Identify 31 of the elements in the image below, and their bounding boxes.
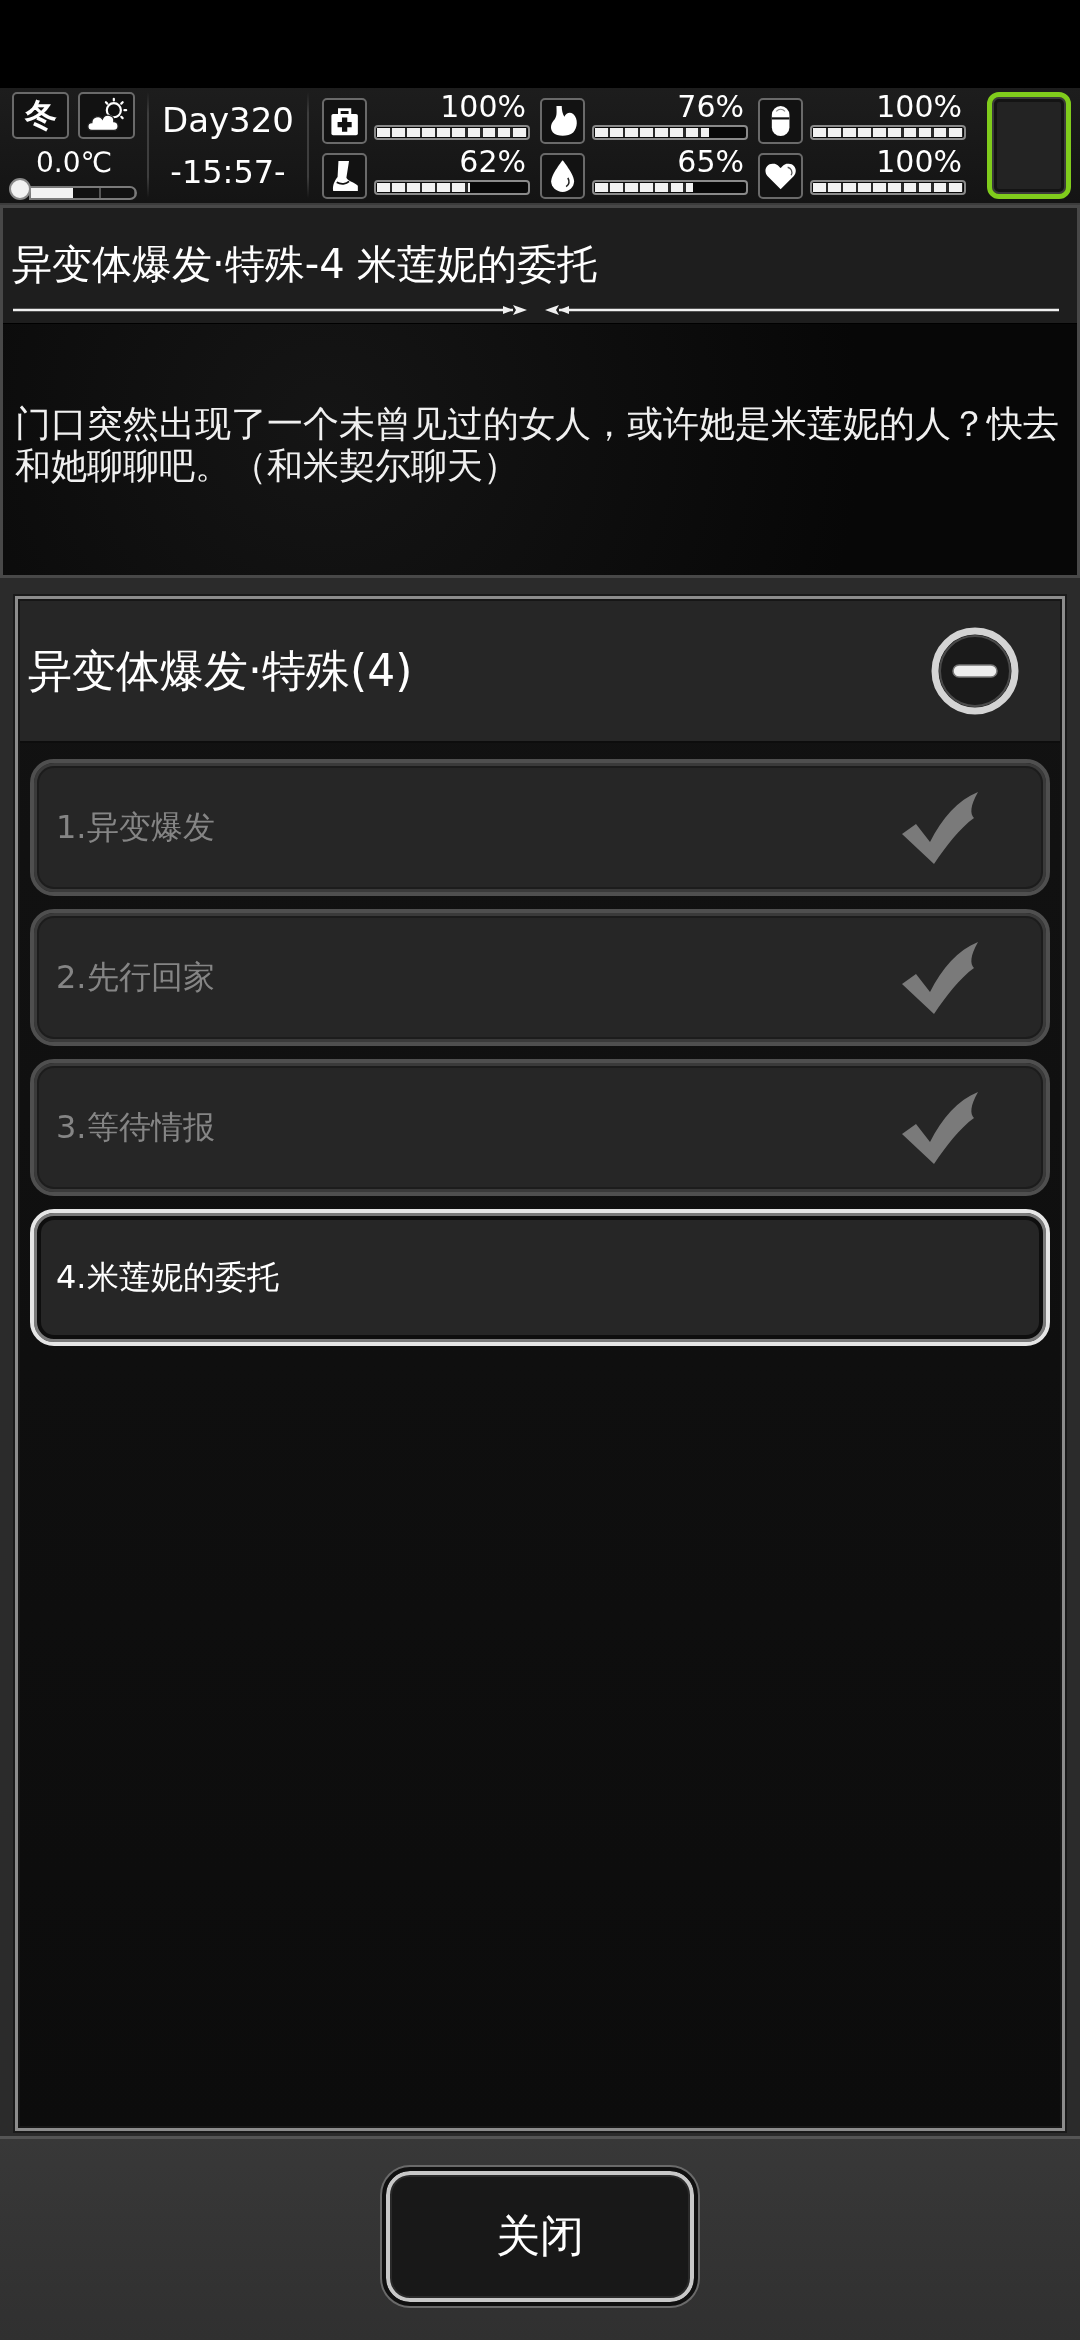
- quest-step[interactable]: 2.先行回家: [30, 909, 1050, 1046]
- stat-percentage: 65%: [676, 147, 745, 177]
- stat-percentage: 100%: [875, 92, 963, 122]
- quest-description: 门口突然出现了一个未曾见过的女人，或许她是米莲妮的人？快去和她聊聊吧。（和米契尔聊天）: [15, 403, 1060, 487]
- quest-group-header[interactable]: 异变体爆发·特殊(4): [20, 601, 1060, 743]
- clock-time: -15:57-: [170, 152, 286, 192]
- day-counter: Day320: [161, 99, 294, 142]
- temperature-text: 0.0℃: [36, 148, 112, 178]
- season-label: 冬: [12, 92, 69, 139]
- checkmark-icon: [900, 1089, 980, 1166]
- quest-group-title: 异变体爆发·特殊(4): [28, 644, 413, 698]
- equipment-slot[interactable]: [987, 92, 1071, 199]
- minus-circle-icon[interactable]: [930, 626, 1020, 716]
- stat-percentage: 100%: [439, 92, 527, 122]
- checkmark-icon: [900, 789, 980, 866]
- checkmark-icon: [900, 939, 980, 1016]
- close-button[interactable]: 关闭: [382, 2167, 698, 2306]
- stomach-icon: [540, 98, 585, 144]
- stat-percentage: 62%: [458, 147, 527, 177]
- stat-percentage: 100%: [875, 147, 963, 177]
- water-drop-icon: [540, 153, 585, 199]
- sun-cloud-icon: [78, 92, 135, 139]
- quest-step[interactable]: 4.米莲妮的委托: [30, 1209, 1050, 1346]
- capsule-icon: [758, 98, 803, 144]
- quest-step[interactable]: 1.异变爆发: [30, 759, 1050, 896]
- foot-icon: [322, 153, 367, 199]
- thermometer-bulb-icon: [9, 178, 31, 200]
- first-aid-kit-icon: [322, 98, 367, 144]
- stat-percentage: 76%: [676, 92, 745, 122]
- quest-step[interactable]: 3.等待情报: [30, 1059, 1050, 1196]
- quest-title: 异变体爆发·特殊-4 米莲妮的委托: [11, 240, 598, 289]
